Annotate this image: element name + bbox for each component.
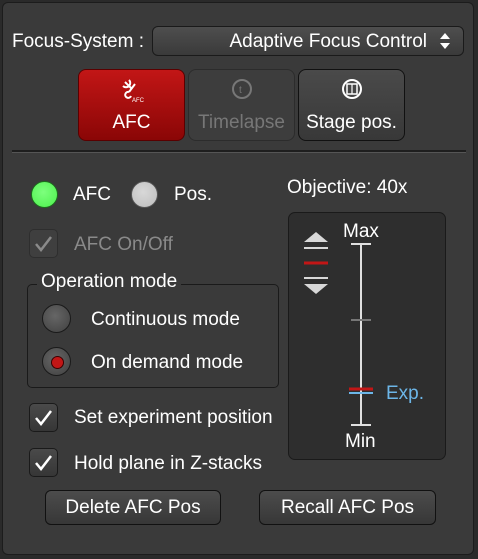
operation-mode-title: Operation mode [37,271,182,293]
svg-text:AFC: AFC [132,98,145,104]
radio-selected-dot [51,356,64,369]
wrench-afc-icon: AFC [122,79,145,104]
move-up-down-icon[interactable] [300,228,332,300]
up-down-arrows-icon [440,33,450,49]
set-experiment-position-label: Set experiment position [74,407,273,428]
pos-status-indicator [131,181,158,208]
z-min-label: Min [345,431,376,452]
objective-label: Objective: 40x [287,177,408,198]
tab-stage-pos[interactable]: Stage pos. [298,69,405,141]
tab-afc-label: AFC [112,112,151,133]
on-demand-mode-radio[interactable] [42,347,71,376]
focus-system-select[interactable]: Adaptive Focus Control [152,26,464,56]
recall-afc-pos-button[interactable]: Recall AFC Pos [259,490,436,525]
hold-plane-checkbox[interactable] [29,448,58,477]
tab-stage-pos-label: Stage pos. [306,112,397,133]
afc-onoff-label: AFC On/Off [74,234,173,255]
checkmark-icon [35,236,52,252]
hold-plane-label: Hold plane in Z-stacks [74,453,262,474]
tab-timelapse[interactable]: t Timelapse [188,69,295,141]
z-position-slider[interactable] [346,243,376,426]
set-experiment-position-checkbox[interactable] [29,403,58,432]
z-exp-label: Exp. [386,383,425,404]
continuous-mode-label: Continuous mode [91,309,240,330]
section-divider [12,150,466,153]
delete-afc-pos-button[interactable]: Delete AFC Pos [45,490,221,525]
svg-text:t: t [239,85,242,96]
focus-system-value: Adaptive Focus Control [229,31,428,52]
timelapse-icon: t [232,79,252,99]
tab-timelapse-label: Timelapse [198,112,285,133]
afc-status-indicator [31,181,58,208]
afc-indicator-label: AFC [73,184,111,205]
z-max-label: Max [343,221,379,242]
continuous-mode-radio[interactable] [42,304,71,333]
on-demand-mode-label: On demand mode [91,352,244,373]
pos-indicator-label: Pos. [174,184,213,205]
focus-system-label: Focus-System : [12,31,144,52]
checkmark-icon [35,455,52,471]
afc-onoff-checkbox[interactable] [29,229,58,258]
stage-position-icon [342,79,362,99]
tab-afc[interactable]: AFC AFC [78,69,185,141]
checkmark-icon [35,410,52,426]
